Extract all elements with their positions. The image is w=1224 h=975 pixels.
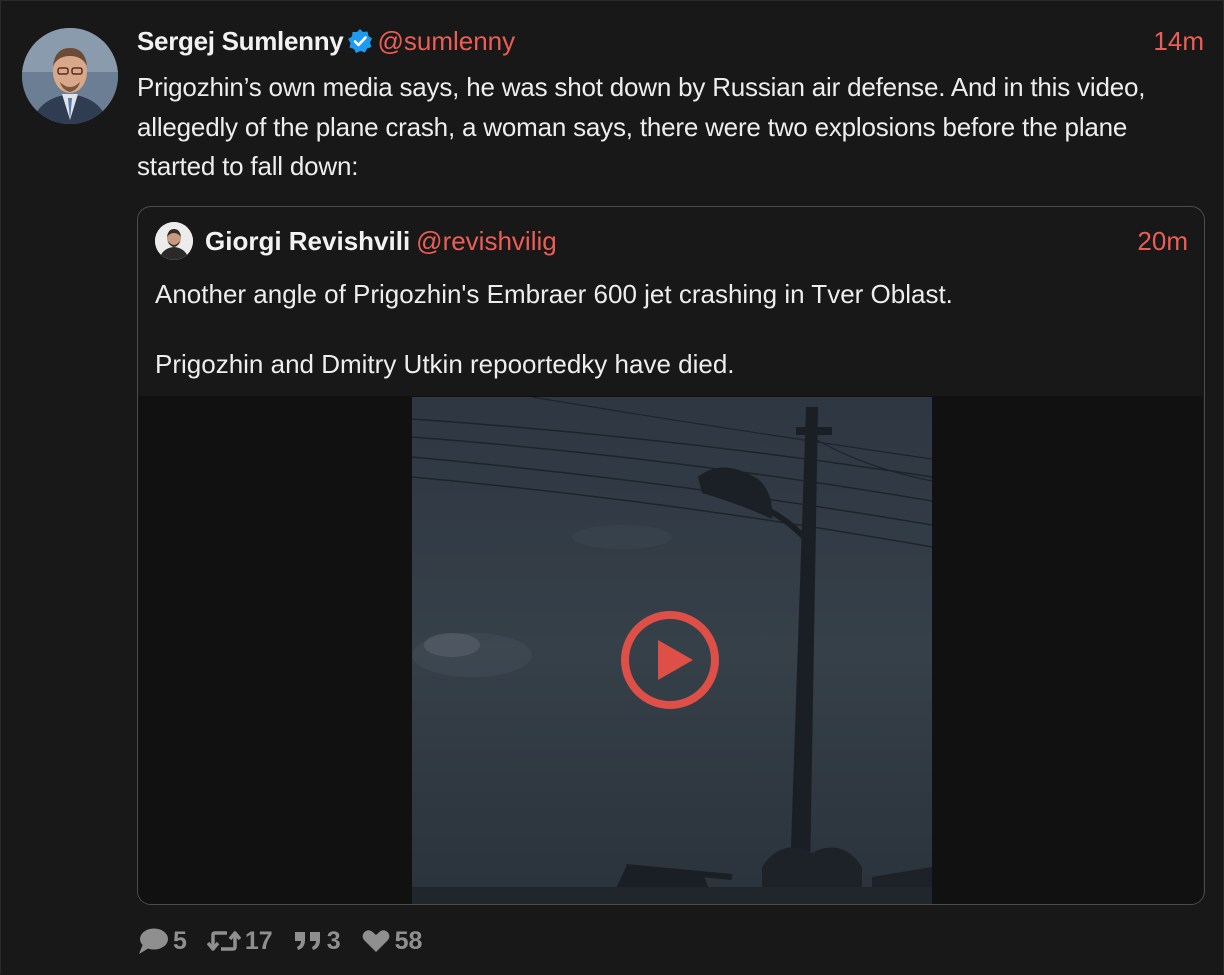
action-bar: 5 17 3 58 — [137, 924, 442, 958]
quoted-author-avatar[interactable] — [155, 222, 193, 260]
quoted-post-text-line: Prigozhin and Dmitry Utkin repoortedky h… — [155, 349, 735, 379]
post-header: Sergej Sumlenny @sumlenny 14m — [137, 24, 1204, 58]
quoted-post-header: Giorgi Revishvili @revishvilig 20m — [205, 224, 1188, 258]
author-handle[interactable]: @sumlenny — [377, 26, 515, 56]
quote-count: 3 — [326, 926, 341, 955]
quote-icon — [294, 932, 320, 950]
quoted-avatar-image — [155, 222, 193, 260]
repost-icon — [206, 931, 241, 951]
heart-icon — [362, 930, 390, 952]
play-icon — [621, 611, 719, 709]
verified-badge-icon — [347, 28, 373, 62]
post-timestamp[interactable]: 14m — [1153, 24, 1204, 58]
quote-button[interactable]: 3 — [293, 927, 341, 956]
repost-button[interactable]: 17 — [206, 926, 273, 956]
speech-bubble-icon — [139, 928, 168, 954]
repost-count: 17 — [244, 926, 273, 955]
quoted-post-text-line: Another angle of Prigozhin's Embraer 600… — [155, 279, 953, 309]
reply-count: 5 — [173, 926, 187, 955]
quoted-author-handle[interactable]: @revishvilig — [416, 226, 557, 256]
like-count: 58 — [394, 926, 423, 955]
avatar-image — [22, 28, 118, 124]
quoted-post[interactable]: Giorgi Revishvili @revishvilig 20m Anothe… — [137, 206, 1205, 905]
play-button[interactable] — [620, 610, 720, 710]
quoted-post-timestamp[interactable]: 20m — [1137, 224, 1188, 258]
like-button[interactable]: 58 — [361, 926, 423, 956]
author-name[interactable]: Sergej Sumlenny — [137, 26, 344, 56]
video-player[interactable] — [138, 396, 1203, 904]
post-text: Prigozhin’s own media says, he was shot … — [137, 72, 1146, 181]
reply-button[interactable]: 5 — [137, 927, 187, 956]
quoted-author-name[interactable]: Giorgi Revishvili — [205, 226, 410, 256]
author-avatar[interactable] — [22, 28, 118, 124]
